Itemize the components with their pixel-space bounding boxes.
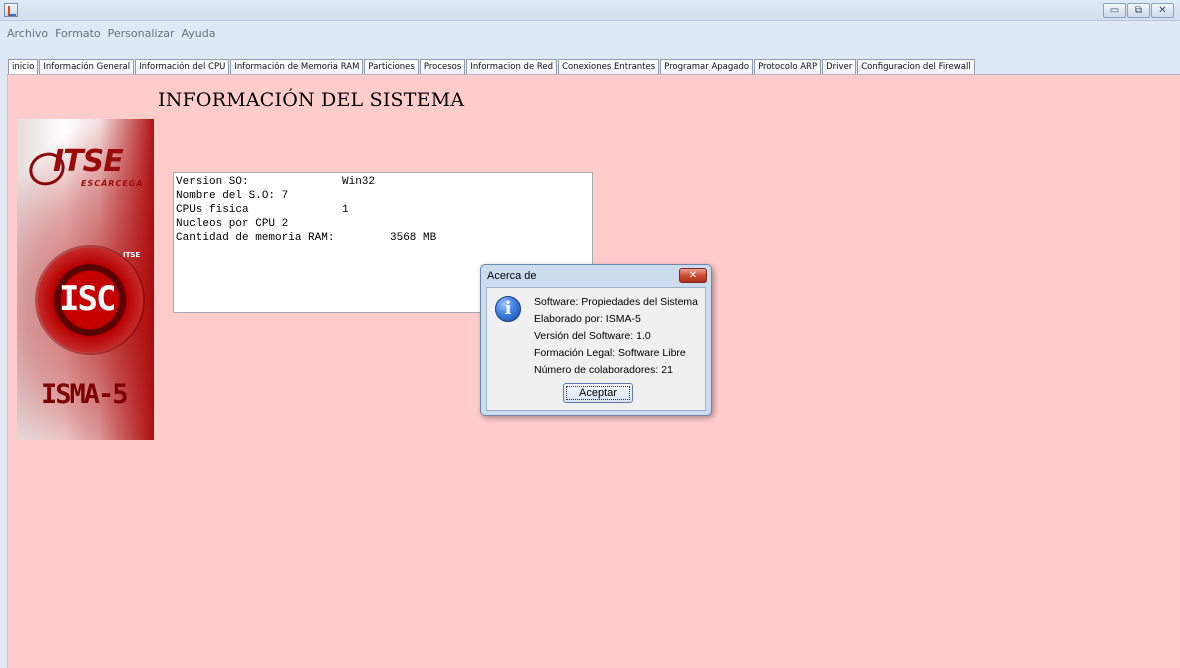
info-label-nombre-so: Nombre del S.O: 7 [176,190,289,202]
info-label-cpus-fisica: CPUs fisica [176,204,249,216]
isc-badge-text: ITSE [123,251,141,259]
tab-protocolo-arp[interactable]: Protocolo ARP [754,59,822,74]
info-value-cpus-fisica: 1 [342,204,349,216]
menu-bar: Archivo Formato Personalizar Ayuda [0,24,1180,42]
tab-strip: inicio Información General Información d… [8,59,976,74]
about-dialog: Acerca de ✕ i Software: Propiedades del … [480,264,712,416]
info-value-version-so: Win32 [342,176,376,188]
isma-logo-text: ISMA-5 [41,379,129,410]
info-label-version-so: Version SO: [176,176,249,188]
menu-archivo[interactable]: Archivo [0,24,51,40]
java-app-icon[interactable] [4,3,18,17]
menu-formato[interactable]: Formato [51,24,104,40]
itse-logo-subtitle: ESCÁRCEGA [81,179,144,188]
tab-inicio[interactable]: inicio [8,59,39,74]
dialog-body: i Software: Propiedades del Sistema Elab… [486,287,706,411]
tab-programar-apagado[interactable]: Programar Apagado [660,59,754,74]
isc-logo-text: ISC [59,279,116,319]
dialog-line-colaboradores: Número de colaboradores: 21 [534,364,673,376]
info-label-memoria-ram: Cantidad de memoria RAM: [176,232,335,244]
itse-logo-text: ITSE [53,144,124,179]
tab-configuracion-firewall[interactable]: Configuracion del Firewall [857,59,975,74]
minimize-button[interactable]: ▭ [1103,3,1126,18]
info-label-nucleos-cpu: Nucleos por CPU 2 [176,218,289,230]
tab-informacion-general[interactable]: Información General [39,59,135,74]
page-title: INFORMACIÓN DEL SISTEMA [158,89,465,111]
tab-driver[interactable]: Driver [822,59,857,74]
tab-informacion-cpu[interactable]: Información del CPU [135,59,230,74]
info-value-memoria-ram: 3568 MB [390,232,437,244]
tab-informacion-red[interactable]: Informacion de Red [466,59,558,74]
dialog-title: Acerca de [487,270,537,282]
dialog-line-formacion: Formación Legal: Software Libre [534,347,686,359]
info-icon: i [495,296,521,322]
maximize-button[interactable]: ⧉ [1127,3,1150,18]
tab-informacion-memoria-ram[interactable]: Información de Memoria RAM [230,59,364,74]
dialog-line-software: Software: Propiedades del Sistema [534,296,699,308]
accept-button[interactable]: Aceptar [563,383,633,403]
dialog-close-button[interactable]: ✕ [679,268,707,283]
dialog-line-elaborado: Elaborado por: ISMA-5 [534,313,641,325]
dialog-title-bar[interactable]: Acerca de ✕ [481,265,711,287]
logo-image: ITSE ESCÁRCEGA ISC ITSE ISMA-5 [17,119,154,440]
tab-procesos[interactable]: Procesos [419,59,466,74]
tab-conexiones-entrantes[interactable]: Conexiones Entrantes [558,59,660,74]
close-button[interactable]: ✕ [1151,3,1174,18]
title-bar[interactable]: ▭ ⧉ ✕ [0,0,1180,21]
menu-ayuda[interactable]: Ayuda [177,24,218,40]
dialog-line-version: Versión del Software: 1.0 [534,330,651,342]
application-window: ▭ ⧉ ✕ Archivo Formato Personalizar Ayuda in… [0,0,1180,668]
tab-particiones[interactable]: Particiones [364,59,419,74]
menu-personalizar[interactable]: Personalizar [104,24,178,40]
